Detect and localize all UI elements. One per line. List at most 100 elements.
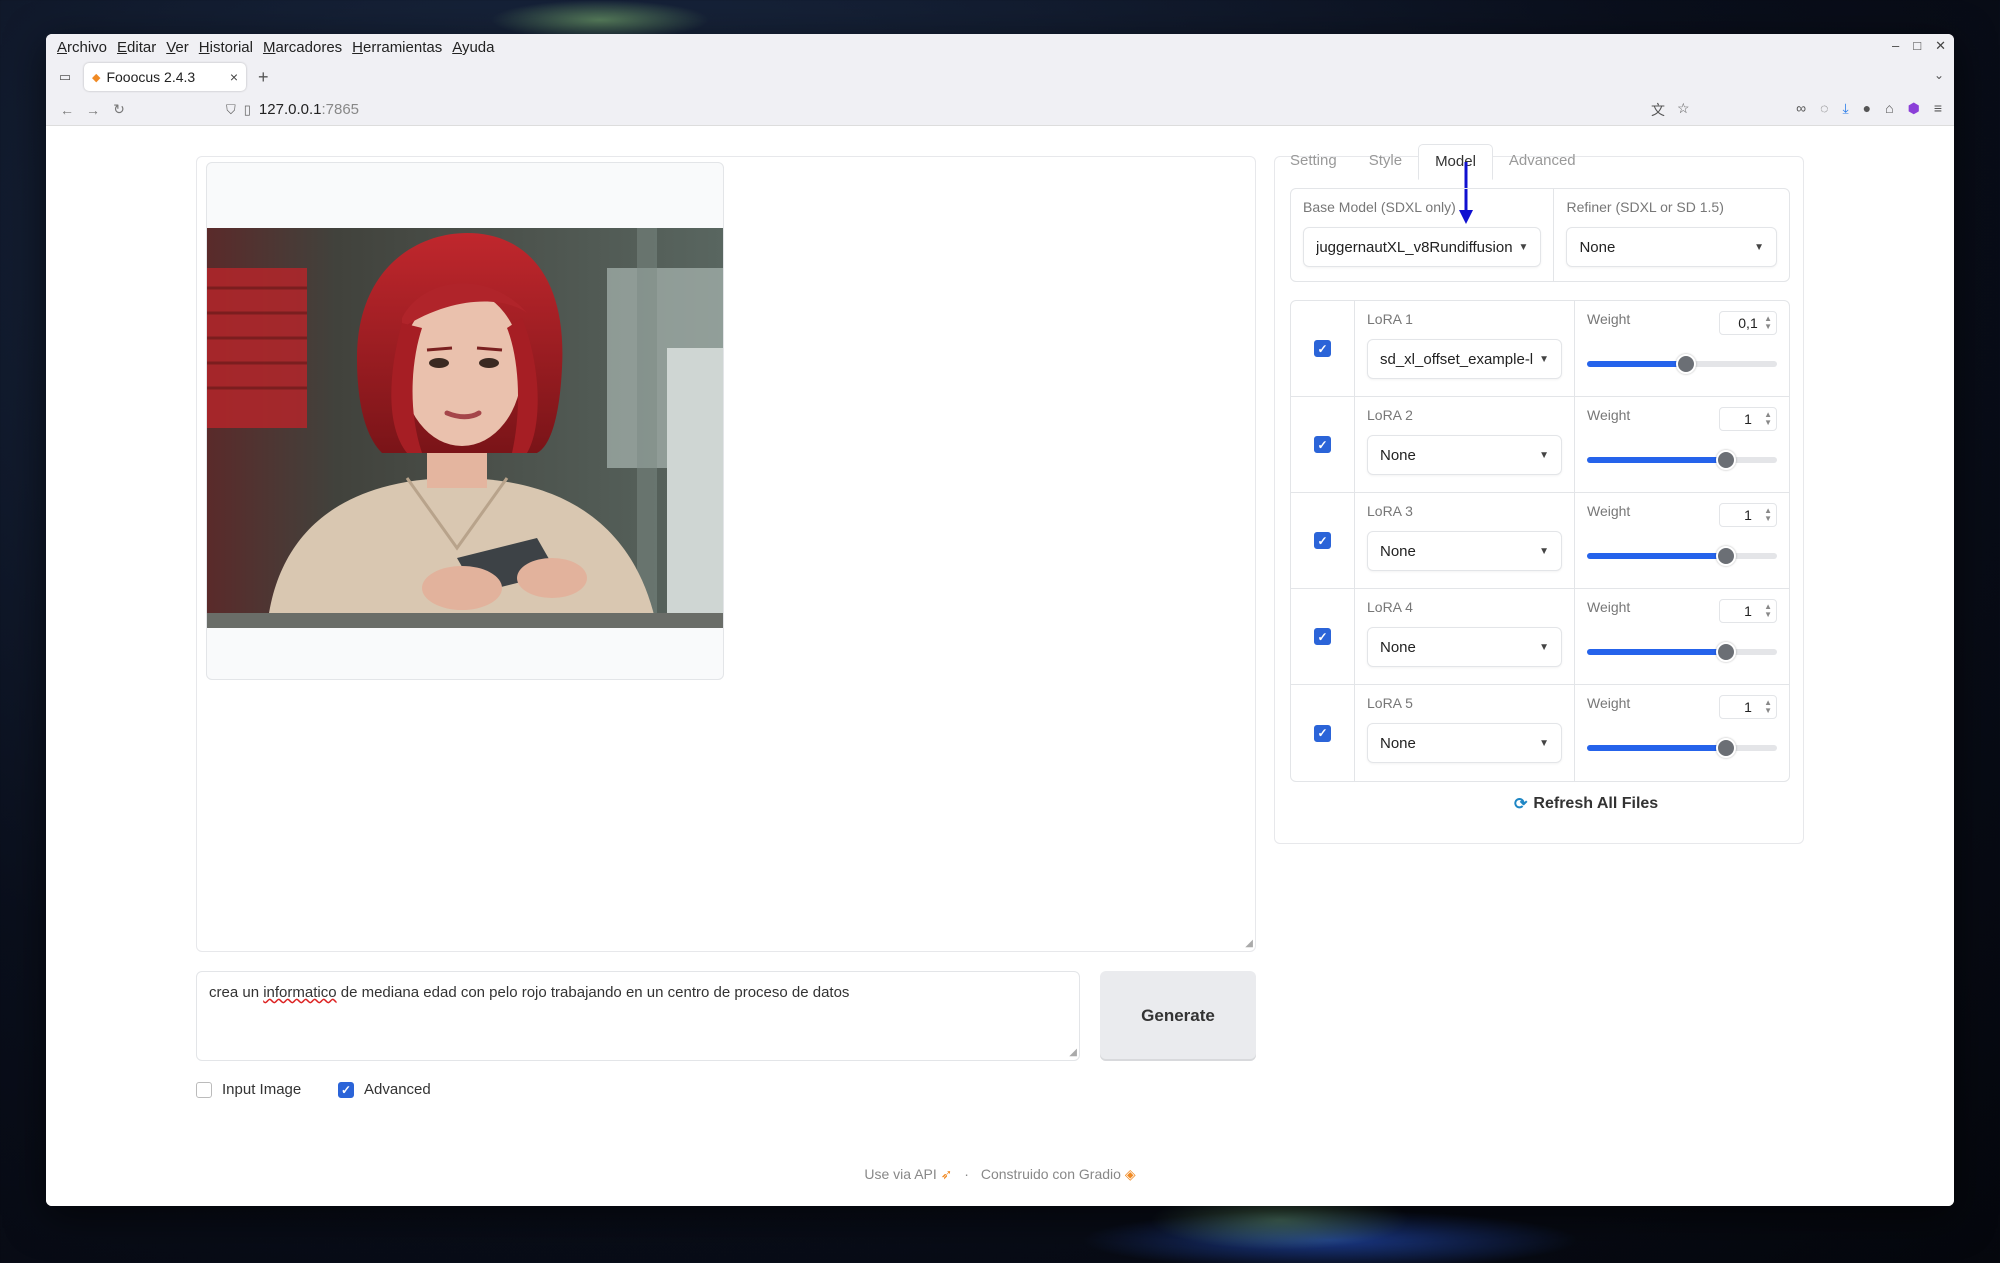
textarea-resize-icon[interactable]: ◢ [1069, 1047, 1077, 1058]
chevron-down-icon: ▼ [1539, 449, 1549, 461]
built-with-gradio-link[interactable]: Construido con Gradio [981, 1166, 1121, 1182]
lora-value: None [1380, 542, 1416, 560]
toolbar-icons: ∞ ◌ ⤓ ● ⌂ ⬢ ≡ [1796, 100, 1942, 117]
base-model-dropdown[interactable]: juggernautXL_v8Rundiffusion ▼ [1303, 227, 1542, 267]
slider-handle[interactable] [1715, 450, 1736, 470]
base-model-field: Base Model (SDXL only) juggernautXL_v8Ru… [1291, 189, 1553, 281]
lora-enable-checkbox[interactable]: ✓ [1314, 532, 1331, 549]
refresh-all-files-button[interactable]: ⟳ Refresh All Files [1514, 794, 1658, 814]
lora-dropdown[interactable]: sd_xl_offset_example-lora ▼ [1367, 339, 1562, 379]
weight-slider[interactable] [1587, 354, 1777, 374]
weight-number-input[interactable]: 1 ▲ ▼ [1719, 407, 1777, 431]
prompt-text-misspelled: informatico [263, 984, 337, 1001]
input-image-label: Input Image [222, 1081, 302, 1098]
back-icon[interactable]: ← [54, 102, 80, 118]
menu-ver[interactable]: Ver [161, 39, 194, 56]
menu-historial[interactable]: Historial [194, 39, 258, 56]
weight-slider[interactable] [1587, 450, 1777, 470]
url-port: :7865 [321, 101, 360, 118]
stepper-icon[interactable]: ▲ ▼ [1764, 699, 1772, 715]
minimize-icon[interactable]: – [1892, 38, 1899, 54]
reload-icon[interactable]: ↻ [106, 101, 132, 118]
lora-dropdown[interactable]: None ▼ [1367, 627, 1562, 667]
weight-number-input[interactable]: 1 ▲ ▼ [1719, 503, 1777, 527]
input-image-toggle[interactable]: Input Image [196, 1081, 301, 1098]
lora-dropdown[interactable]: None ▼ [1367, 723, 1562, 763]
lora-enable-checkbox[interactable]: ✓ [1314, 436, 1331, 453]
tab-list-icon[interactable]: ▭ [52, 69, 78, 85]
tab-title: Fooocus 2.4.3 [106, 69, 196, 85]
weight-number-input[interactable]: 1 ▲ ▼ [1719, 695, 1777, 719]
tab-style[interactable]: Style [1353, 144, 1418, 180]
weight-slider[interactable] [1587, 642, 1777, 662]
browser-window: Archivo Editar Ver Historial Marcadores … [46, 34, 1954, 1206]
menu-icon[interactable]: ≡ [1934, 100, 1942, 117]
tab-advanced[interactable]: Advanced [1493, 144, 1592, 180]
settings-tabs: Setting Style Model Advanced [1274, 144, 1592, 180]
tab-bar: ▭ ◆ Fooocus 2.4.3 × + ⌄ [46, 60, 1954, 94]
lora-name-cell: LoRA 3 None ▼ [1355, 493, 1575, 588]
lora-enable-checkbox[interactable]: ✓ [1314, 628, 1331, 645]
lora-weight-cell: Weight 1 ▲ ▼ [1575, 589, 1789, 684]
lora-dropdown[interactable]: None ▼ [1367, 435, 1562, 475]
base-model-value: juggernautXL_v8Rundiffusion [1316, 238, 1513, 256]
menu-ayuda[interactable]: Ayuda [447, 39, 499, 56]
new-tab-button[interactable]: + [258, 67, 269, 88]
close-window-icon[interactable]: ✕ [1935, 38, 1946, 54]
input-image-checkbox[interactable] [196, 1081, 212, 1098]
prompt-textarea[interactable]: crea un informatico de mediana edad con … [196, 971, 1080, 1061]
weight-value: 1 [1744, 507, 1752, 523]
weight-slider[interactable] [1587, 546, 1777, 566]
slider-handle[interactable] [1675, 354, 1696, 374]
use-via-api-link[interactable]: Use via API [864, 1166, 936, 1182]
lora-name-cell: LoRA 1 sd_xl_offset_example-lora ▼ [1355, 301, 1575, 396]
extensions-icon[interactable]: ⌂ [1885, 100, 1893, 117]
download-icon[interactable]: ⤓ [1842, 100, 1848, 117]
advanced-checkbox[interactable]: ✓ [338, 1081, 354, 1098]
resize-handle-icon[interactable]: ◢ [1245, 938, 1253, 949]
tab-close-icon[interactable]: × [230, 69, 238, 85]
lora-row: ✓ LoRA 2 None ▼ Weight 1 ▲ ▼ [1291, 397, 1789, 493]
tab-overflow-chevron-icon[interactable]: ⌄ [1934, 68, 1944, 82]
tab-setting[interactable]: Setting [1274, 144, 1353, 180]
weight-value: 1 [1744, 699, 1752, 715]
account-icon[interactable]: ● [1863, 100, 1871, 117]
shield-icon[interactable]: ⛉ [226, 102, 236, 118]
star-icon[interactable]: ☆ [1677, 100, 1690, 120]
advanced-toggle[interactable]: ✓ Advanced [338, 1081, 431, 1098]
stepper-icon[interactable]: ▲ ▼ [1764, 411, 1772, 427]
lora-enable-checkbox[interactable]: ✓ [1314, 340, 1331, 357]
page-icon[interactable]: ▯ [244, 102, 251, 118]
advanced-label: Advanced [364, 1081, 431, 1098]
lora-weight-cell: Weight 0,1 ▲ ▼ [1575, 301, 1789, 396]
extension-icon[interactable]: ⬢ [1908, 100, 1920, 117]
slider-handle[interactable] [1715, 546, 1736, 566]
weight-slider[interactable] [1587, 738, 1777, 758]
stepper-icon[interactable]: ▲ ▼ [1764, 315, 1772, 331]
menu-editar[interactable]: Editar [112, 39, 161, 56]
lora-name-cell: LoRA 5 None ▼ [1355, 685, 1575, 781]
menu-bar: Archivo Editar Ver Historial Marcadores … [46, 34, 1954, 60]
stepper-icon[interactable]: ▲ ▼ [1764, 603, 1772, 619]
slider-handle[interactable] [1715, 738, 1736, 758]
generated-image[interactable] [207, 228, 723, 628]
menu-archivo[interactable]: Archivo [52, 39, 112, 56]
browser-tab[interactable]: ◆ Fooocus 2.4.3 × [84, 63, 246, 91]
weight-number-input[interactable]: 0,1 ▲ ▼ [1719, 311, 1777, 335]
menu-herramientas[interactable]: Herramientas [347, 39, 447, 56]
translate-icon[interactable]: 文 [1651, 100, 1665, 120]
refiner-dropdown[interactable]: None ▼ [1566, 227, 1777, 267]
weight-number-input[interactable]: 1 ▲ ▼ [1719, 599, 1777, 623]
slider-handle[interactable] [1715, 642, 1736, 662]
forward-icon[interactable]: → [80, 102, 106, 118]
menu-marcadores[interactable]: Marcadores [258, 39, 347, 56]
maximize-icon[interactable]: □ [1913, 38, 1921, 54]
pocket-icon[interactable]: ◌ [1820, 100, 1828, 117]
lora-value: None [1380, 638, 1416, 656]
infinity-icon[interactable]: ∞ [1796, 100, 1806, 117]
url-bar[interactable]: ⛉ ▯ 127.0.0.1:7865 [226, 101, 359, 118]
lora-dropdown[interactable]: None ▼ [1367, 531, 1562, 571]
generate-button[interactable]: Generate [1100, 971, 1256, 1061]
stepper-icon[interactable]: ▲ ▼ [1764, 507, 1772, 523]
lora-enable-checkbox[interactable]: ✓ [1314, 724, 1331, 742]
